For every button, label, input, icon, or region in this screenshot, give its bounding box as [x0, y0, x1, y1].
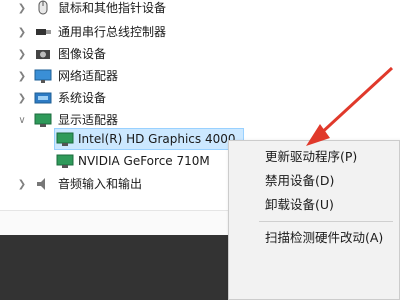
display-adapter-icon — [56, 131, 74, 147]
menu-item-uninstall-device[interactable]: 卸载设备(U) — [265, 194, 334, 213]
chevron-down-icon[interactable]: ∨ — [16, 109, 28, 131]
chevron-right-icon[interactable]: ❯ — [16, 65, 28, 87]
chevron-right-icon[interactable]: ❯ — [16, 173, 28, 195]
usb-icon — [34, 24, 52, 40]
network-icon — [34, 68, 52, 84]
tree-item-label: 网络适配器 — [58, 69, 119, 83]
context-menu: 更新驱动程序(P) 禁用设备(D) 卸载设备(U) 扫描检测硬件改动(A) — [228, 140, 400, 300]
camera-icon — [34, 46, 52, 62]
menu-item-update-driver[interactable]: 更新驱动程序(P) — [265, 146, 357, 165]
tree-item-label: 显示适配器 — [58, 113, 119, 127]
tree-item-label: Intel(R) HD Graphics 4000 — [78, 132, 236, 146]
menu-item-disable-device[interactable]: 禁用设备(D) — [265, 170, 334, 189]
chevron-right-icon[interactable]: ❯ — [16, 87, 28, 109]
tree-item-label: NVIDIA GeForce 710M — [78, 154, 210, 168]
display-adapter-icon — [56, 153, 74, 169]
chevron-right-icon[interactable]: ❯ — [16, 43, 28, 65]
menu-separator — [259, 221, 393, 222]
horizontal-scroll-area[interactable] — [0, 210, 228, 236]
tree-item-label: 音频输入和输出 — [58, 177, 143, 191]
chevron-right-icon[interactable]: ❯ — [16, 0, 28, 19]
chevron-right-icon[interactable]: ❯ — [16, 21, 28, 43]
mouse-icon — [34, 0, 52, 16]
speaker-icon — [34, 176, 52, 192]
tree-item-label: 图像设备 — [58, 47, 107, 61]
tree-item-label: 通用串行总线控制器 — [58, 25, 167, 39]
tree-item-label: 鼠标和其他指针设备 — [58, 1, 167, 15]
tree-item-label: 系统设备 — [58, 91, 107, 105]
system-device-icon — [34, 90, 52, 106]
menu-item-scan-hardware[interactable]: 扫描检测硬件改动(A) — [265, 227, 383, 246]
display-adapter-icon — [34, 112, 52, 128]
